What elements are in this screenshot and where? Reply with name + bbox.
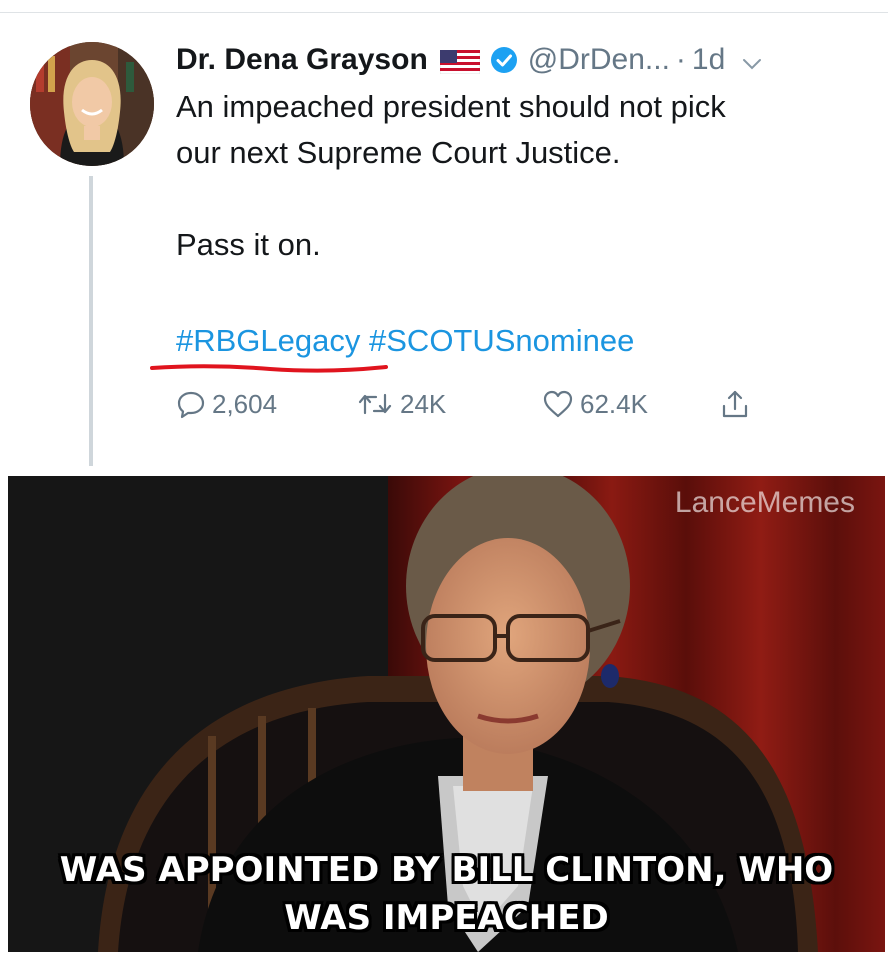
red-underline-annotation (150, 364, 388, 373)
tweet-actions: 2,604 24K 62.4K (176, 382, 750, 426)
reply-icon (177, 391, 205, 419)
tweet-text-line: An impeached president should not pick (176, 89, 726, 124)
like-button[interactable]: 62.4K (542, 389, 720, 420)
tweet-text: An impeached president should not pick o… (176, 84, 856, 268)
avatar[interactable] (30, 42, 154, 166)
separator-dot: · (675, 43, 686, 76)
reply-button[interactable]: 2,604 (176, 389, 356, 420)
caption-line: WAS IMPEACHED (284, 898, 609, 938)
retweet-icon (358, 393, 392, 415)
hashtag-scotusnominee[interactable]: #SCOTUSnominee (369, 323, 634, 358)
retweet-button[interactable]: 24K (356, 389, 542, 420)
chevron-down-icon[interactable] (741, 49, 763, 71)
like-count: 62.4K (580, 388, 648, 419)
tweet-text-line: Pass it on. (176, 227, 321, 262)
reply-count: 2,604 (212, 388, 278, 419)
meme-image: LanceMemes WAS APPOINTED BY BILL CLINTON… (8, 476, 885, 952)
like-icon (543, 390, 573, 418)
tweet-text-line: our next Supreme Court Justice. (176, 135, 621, 170)
watermark: LanceMemes (674, 486, 855, 519)
verified-icon (490, 46, 518, 74)
author-handle[interactable]: @DrDen... (528, 43, 670, 77)
hashtag-row: #RBGLegacy #SCOTUSnominee (176, 318, 634, 364)
share-icon (722, 390, 748, 418)
author-name[interactable]: Dr. Dena Grayson (176, 43, 428, 77)
timestamp[interactable]: 1d (692, 43, 725, 77)
share-button[interactable] (720, 388, 750, 420)
tweet-header: Dr. Dena Grayson @DrDen... · 1d (176, 40, 868, 80)
hashtag-rbglegacy[interactable]: #RBGLegacy (176, 323, 360, 358)
thread-line (89, 176, 93, 466)
meme-caption: WAS APPOINTED BY BILL CLINTON, WHO WAS I… (8, 846, 885, 942)
retweet-count: 24K (400, 388, 447, 419)
top-divider (0, 12, 888, 13)
flag-icon (439, 48, 481, 75)
caption-line: WAS APPOINTED BY BILL CLINTON, WHO (59, 850, 834, 890)
